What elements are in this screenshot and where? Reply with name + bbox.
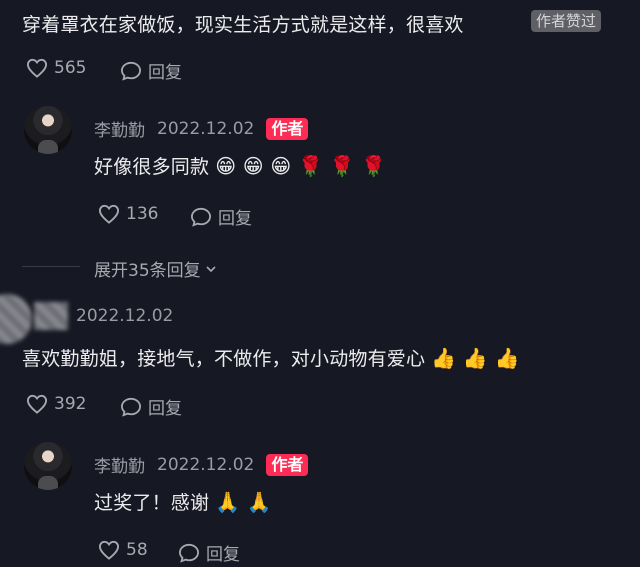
comment-text: 喜欢勤勤姐，接地气，不做作，对小动物有爱心 👍 👍 👍 bbox=[22, 344, 520, 371]
author-badge: 作者 bbox=[266, 453, 309, 476]
like-button[interactable]: 392 bbox=[26, 394, 86, 414]
emoji-row: 👍 👍 👍 bbox=[431, 346, 520, 370]
timestamp: 2022.12.02 bbox=[157, 118, 255, 139]
chat-bubble-icon bbox=[178, 543, 200, 563]
heart-icon bbox=[26, 394, 48, 414]
avatar[interactable] bbox=[24, 442, 72, 490]
author-liked-badge-label: 作者赞过 bbox=[531, 10, 602, 32]
heart-icon bbox=[26, 58, 48, 78]
avatar[interactable] bbox=[0, 294, 32, 344]
like-count: 136 bbox=[126, 204, 159, 224]
chat-bubble-icon bbox=[120, 397, 142, 417]
divider bbox=[22, 266, 80, 267]
like-button[interactable]: 58 bbox=[98, 540, 148, 560]
author-liked-badge: 作者赞过 bbox=[531, 10, 602, 32]
reply-text: 过奖了！感谢 🙏 🙏 bbox=[94, 488, 272, 515]
like-button[interactable]: 136 bbox=[98, 204, 158, 224]
chevron-down-icon bbox=[204, 262, 218, 276]
reply-label: 回复 bbox=[206, 545, 240, 565]
like-count: 565 bbox=[54, 58, 87, 78]
timestamp: 2022.12.02 bbox=[157, 454, 255, 475]
reply-header: 李勤勤 2022.12.02 作者 bbox=[94, 116, 309, 141]
chat-bubble-icon bbox=[190, 207, 212, 227]
reply-button[interactable]: 回复 bbox=[120, 394, 182, 419]
emoji-row: 🙏 🙏 bbox=[215, 490, 272, 514]
timestamp: 2022.12.02 bbox=[76, 306, 174, 326]
author-badge: 作者 bbox=[266, 117, 309, 140]
chat-bubble-icon bbox=[120, 61, 142, 81]
reply-label: 回复 bbox=[218, 209, 252, 229]
username-redacted bbox=[34, 302, 68, 330]
reply-button[interactable]: 回复 bbox=[190, 204, 252, 229]
reply-header: 李勤勤 2022.12.02 作者 bbox=[94, 452, 309, 477]
comment-text-content: 喜欢勤勤姐，接地气，不做作，对小动物有爱心 bbox=[22, 348, 426, 370]
comment-text: 穿着罩衣在家做饭，现实生活方式就是这样，很喜欢 bbox=[22, 10, 464, 37]
reply-button[interactable]: 回复 bbox=[178, 540, 240, 565]
reply-button[interactable]: 回复 bbox=[120, 58, 182, 83]
like-count: 392 bbox=[54, 394, 87, 414]
reply-text-content: 过奖了！感谢 bbox=[94, 492, 210, 514]
comment-text-content: 穿着罩衣在家做饭，现实生活方式就是这样，很喜欢 bbox=[22, 14, 464, 36]
heart-icon bbox=[98, 204, 120, 224]
reply-label: 回复 bbox=[148, 63, 182, 83]
reply-text: 好像很多同款 😁 😁 😁 🌹 🌹 🌹 bbox=[94, 152, 386, 179]
reply-label: 回复 bbox=[148, 399, 182, 419]
reply-text-content: 好像很多同款 bbox=[94, 156, 210, 178]
username[interactable]: 李勤勤 bbox=[94, 116, 145, 141]
like-button[interactable]: 565 bbox=[26, 58, 86, 78]
avatar[interactable] bbox=[24, 106, 72, 154]
emoji-row: 😁 😁 😁 🌹 🌹 🌹 bbox=[215, 154, 387, 178]
expand-replies-label: 展开35条回复 bbox=[94, 261, 201, 281]
expand-replies-button[interactable]: 展开35条回复 bbox=[94, 256, 218, 281]
heart-icon bbox=[98, 540, 120, 560]
like-count: 58 bbox=[126, 540, 148, 560]
username[interactable]: 李勤勤 bbox=[94, 452, 145, 477]
